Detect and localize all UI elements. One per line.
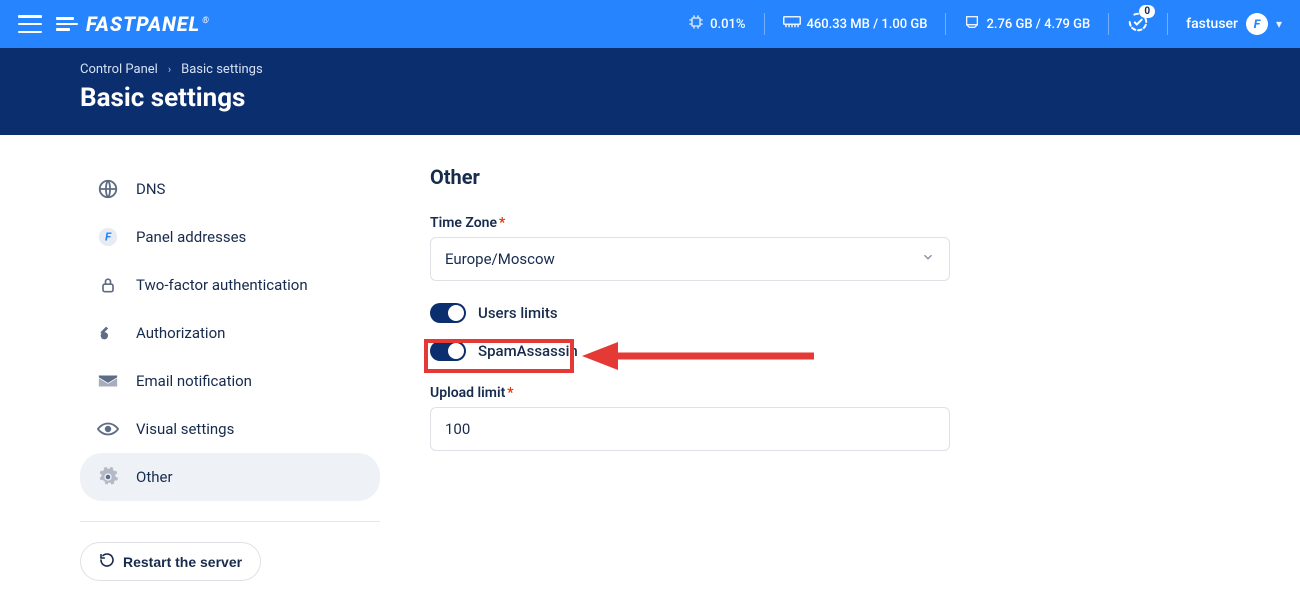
ram-metric[interactable]: 460.33 MB / 1.00 GB — [783, 15, 928, 33]
sidenav-item-other[interactable]: Other — [80, 453, 380, 501]
settings-sidenav: DNS F Panel addresses Two-factor authent… — [80, 165, 380, 581]
globe-icon — [96, 177, 120, 201]
mail-icon — [96, 369, 120, 393]
sidenav-label: DNS — [136, 180, 165, 198]
sidenav-label: Other — [136, 468, 173, 486]
users-limits-label: Users limits — [478, 304, 558, 322]
sidenav-label: Authorization — [136, 324, 225, 342]
cpu-value: 0.01% — [710, 17, 745, 32]
restart-icon — [99, 552, 115, 571]
breadcrumb: Control Panel › Basic settings — [80, 62, 1220, 77]
users-limits-toggle[interactable] — [430, 303, 466, 323]
eye-icon — [96, 417, 120, 441]
brand-text: FASTPANEL® — [86, 12, 210, 36]
chevron-right-icon: › — [168, 63, 171, 76]
sidenav-item-authorization[interactable]: Authorization — [80, 309, 380, 357]
user-menu[interactable]: fastuser F ▾ — [1186, 13, 1282, 35]
page-title: Basic settings — [80, 83, 1220, 113]
ram-value: 460.33 MB / 1.00 GB — [807, 17, 928, 32]
sidenav-label: Email notification — [136, 372, 252, 390]
timezone-value: Europe/Moscow — [445, 250, 555, 268]
key-icon — [96, 321, 120, 345]
timezone-label: Time Zone* — [430, 215, 950, 231]
cpu-icon — [688, 14, 704, 34]
sidenav-item-dns[interactable]: DNS — [80, 165, 380, 213]
cpu-metric[interactable]: 0.01% — [688, 14, 745, 34]
notif-count: 0 — [1139, 5, 1155, 18]
topbar: FASTPANEL® 0.01% 460.33 MB / 1.00 GB 2.7… — [0, 0, 1300, 48]
disk-icon — [964, 14, 980, 34]
brand[interactable]: FASTPANEL® — [56, 12, 210, 36]
sidenav-item-two-factor[interactable]: Two-factor authentication — [80, 261, 380, 309]
chevron-down-icon — [921, 250, 935, 268]
upload-limit-label: Upload limit* — [430, 385, 950, 401]
sidenav-label: Visual settings — [136, 420, 234, 438]
breadcrumb-current: Basic settings — [181, 62, 263, 77]
divider — [80, 521, 380, 522]
sidenav-item-panel-addresses[interactable]: F Panel addresses — [80, 213, 380, 261]
address-icon: F — [96, 225, 120, 249]
ram-icon — [783, 15, 801, 33]
restart-label: Restart the server — [123, 554, 242, 570]
upload-limit-value: 100 — [445, 420, 470, 438]
restart-server-button[interactable]: Restart the server — [80, 542, 261, 581]
gear-icon — [96, 465, 120, 489]
spamassassin-label: SpamAssassin — [478, 342, 578, 360]
sidenav-item-email-notification[interactable]: Email notification — [80, 357, 380, 405]
page-header: Control Panel › Basic settings Basic set… — [0, 48, 1300, 135]
section-title: Other — [430, 165, 950, 189]
settings-form: Other Time Zone* Europe/Moscow Users lim… — [430, 165, 950, 581]
username: fastuser — [1186, 16, 1238, 32]
avatar: F — [1246, 13, 1268, 35]
sidenav-item-visual-settings[interactable]: Visual settings — [80, 405, 380, 453]
lock-icon — [96, 273, 120, 297]
sidenav-label: Panel addresses — [136, 228, 246, 246]
sidenav-label: Two-factor authentication — [136, 276, 308, 294]
menu-toggle[interactable] — [18, 15, 42, 33]
chevron-down-icon: ▾ — [1276, 17, 1282, 31]
disk-metric[interactable]: 2.76 GB / 4.79 GB — [964, 14, 1090, 34]
notifications[interactable]: 0 — [1127, 11, 1149, 37]
upload-limit-input[interactable]: 100 — [430, 407, 950, 451]
spamassassin-toggle[interactable] — [430, 341, 466, 361]
disk-value: 2.76 GB / 4.79 GB — [986, 17, 1090, 32]
timezone-select[interactable]: Europe/Moscow — [430, 237, 950, 281]
breadcrumb-root[interactable]: Control Panel — [80, 62, 158, 77]
brand-icon — [56, 17, 78, 31]
